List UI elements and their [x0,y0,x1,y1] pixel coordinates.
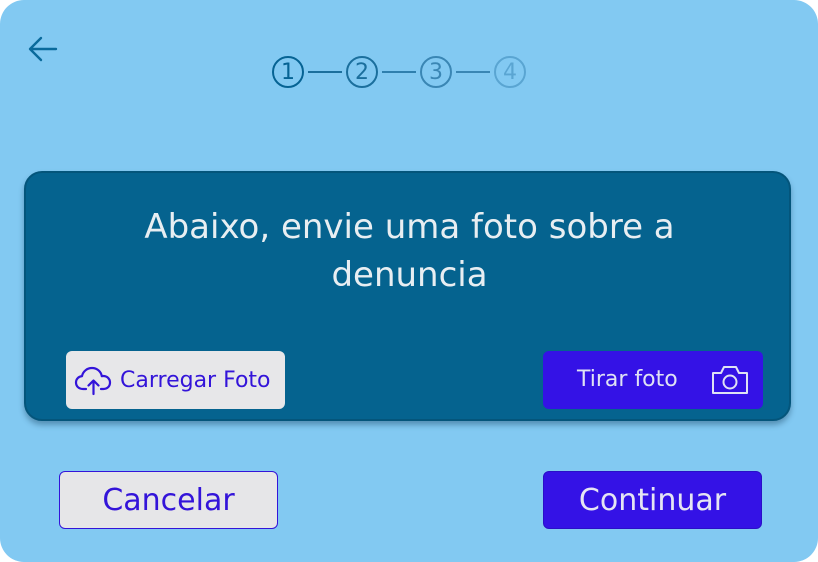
back-button[interactable] [26,32,62,68]
step-4: 4 [494,56,526,88]
upload-photo-label: Carregar Foto [120,367,271,393]
step-connector [382,71,416,73]
step-connector [456,71,490,73]
step-4-label: 4 [503,59,517,85]
report-photo-screen: 1 2 3 4 Abaixo, envie uma foto sobre a d… [0,0,818,562]
continue-button-label: Continuar [578,482,727,518]
continue-button[interactable]: Continuar [543,471,762,529]
arrow-left-icon [28,36,58,62]
cancel-button-label: Cancelar [102,482,235,518]
take-photo-label: Tirar foto [577,367,678,392]
upload-photo-button[interactable]: Carregar Foto [66,351,285,409]
step-3-label: 3 [429,59,443,85]
card-title: Abaixo, envie uma foto sobre a denuncia [144,207,675,295]
take-photo-button[interactable]: Tirar foto [543,351,763,409]
step-1-label: 1 [281,59,295,85]
cancel-button[interactable]: Cancelar [59,471,278,529]
step-2-label: 2 [355,59,369,85]
cloud-upload-icon [74,366,112,396]
photo-upload-card: Abaixo, envie uma foto sobre a denuncia … [24,171,791,421]
step-3[interactable]: 3 [420,56,452,88]
step-connector [308,71,342,73]
step-2[interactable]: 2 [346,56,378,88]
step-1[interactable]: 1 [272,56,304,88]
camera-icon [712,366,748,394]
progress-stepper: 1 2 3 4 [272,54,526,90]
